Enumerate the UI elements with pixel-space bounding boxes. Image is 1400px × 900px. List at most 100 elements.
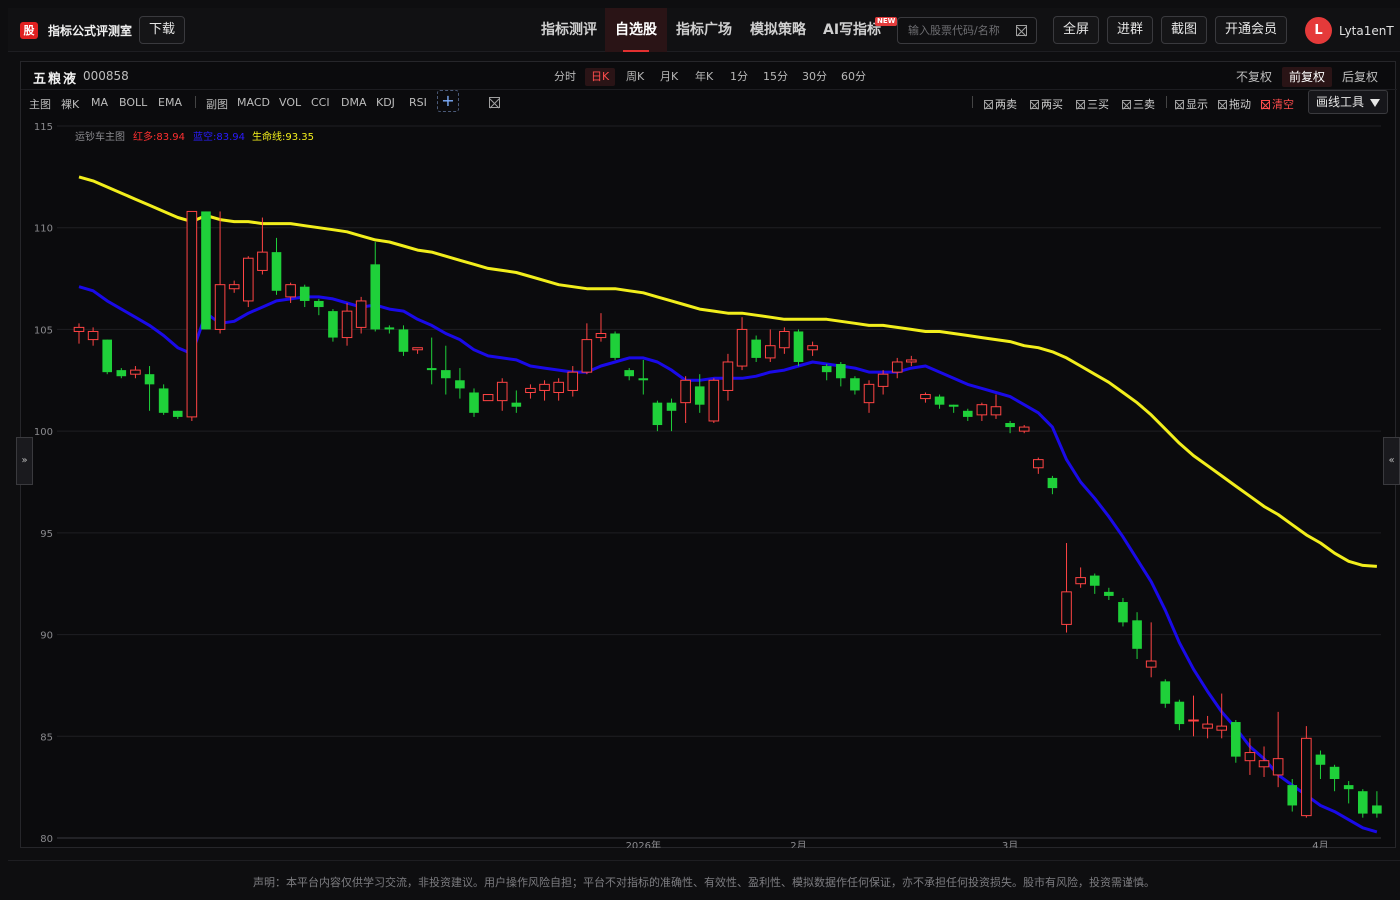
period-yearly[interactable]: 年K: [695, 68, 713, 86]
candle-body-up: [863, 383, 875, 404]
candle-body-down: [624, 370, 634, 377]
legend-yellow: 生命线:93.35: [252, 130, 314, 143]
screenshot-button[interactable]: 截图: [1161, 16, 1207, 44]
close-indicator-icon[interactable]: [489, 97, 500, 108]
y-tick-label: 95: [40, 529, 53, 540]
clear-button[interactable]: 清空: [1261, 96, 1294, 112]
adjust-backward[interactable]: 后复权: [1342, 67, 1378, 87]
candle-body-up: [87, 330, 99, 341]
tool-rsi[interactable]: RSI: [409, 96, 427, 109]
period-intraday[interactable]: 分时: [554, 68, 576, 86]
toggle-display[interactable]: 显示: [1175, 96, 1208, 112]
disclaimer: 声明：本平台内容仅供学习交流，非投资建议。用户操作风险自担；平台不对指标的准确性…: [8, 860, 1400, 900]
period-1min[interactable]: 1分: [730, 68, 748, 86]
candle-body-down: [1372, 805, 1382, 814]
period-weekly[interactable]: 周K: [626, 68, 644, 86]
clear-search-icon[interactable]: [1016, 25, 1027, 36]
candle-body-up: [1258, 760, 1270, 768]
tool-macd[interactable]: MACD: [237, 96, 270, 109]
tool-sub-chart[interactable]: 副图: [206, 96, 228, 112]
period-daily[interactable]: 日K: [585, 68, 616, 86]
period-monthly[interactable]: 月K: [660, 68, 678, 86]
candle-body-down: [793, 331, 804, 362]
clear-label: 清空: [1272, 98, 1294, 111]
candle-body-up: [412, 347, 423, 351]
signal-label: 三卖: [1133, 98, 1155, 111]
stock-name: 五粮液: [33, 72, 79, 87]
nav-sim-strategy[interactable]: 模拟策略: [750, 8, 806, 52]
x-tick-label: 2026年: [626, 839, 661, 848]
tool-cci[interactable]: CCI: [311, 96, 330, 109]
candle-body-down: [1118, 602, 1128, 623]
candle-body-down: [299, 286, 310, 301]
candle-body-down: [455, 380, 465, 389]
candle-body-down: [934, 396, 945, 405]
period-30min[interactable]: 30分: [802, 68, 827, 86]
adjust-forward[interactable]: 前复权: [1282, 67, 1333, 87]
signal-two-buy[interactable]: 两买: [1030, 96, 1063, 112]
nav-indicator-review[interactable]: 指标测评: [541, 8, 597, 52]
signal-three-sell[interactable]: 三卖: [1122, 96, 1155, 112]
period-15min[interactable]: 15分: [763, 68, 788, 86]
avatar[interactable]: L: [1305, 17, 1332, 44]
period-60min[interactable]: 60分: [841, 68, 866, 86]
tool-vol[interactable]: VOL: [279, 96, 301, 109]
candle-body-down: [1047, 477, 1058, 489]
candle-body-down: [751, 339, 761, 358]
signal-three-buy[interactable]: 三买: [1076, 96, 1109, 112]
candle-body-down: [1315, 754, 1326, 765]
add-indicator-button[interactable]: +: [437, 90, 459, 112]
candle-body-up: [581, 339, 593, 373]
candle-body-up: [228, 284, 240, 290]
expand-left-tab[interactable]: »: [16, 437, 33, 485]
candle-body-down: [962, 410, 973, 417]
candle-body-down: [1357, 791, 1368, 814]
nav-indicator-square[interactable]: 指标广场: [676, 8, 732, 52]
nav-ai-indicator[interactable]: AI写指标: [823, 8, 881, 52]
candle-body-up: [722, 361, 734, 391]
new-badge: NEW: [875, 17, 898, 26]
candle-body-up: [1033, 459, 1044, 469]
legend-blue: 蓝空:83.94: [193, 130, 245, 143]
tool-dma[interactable]: DMA: [341, 96, 367, 109]
checkbox-icon: [1076, 99, 1085, 109]
candle-body-down: [610, 333, 620, 358]
tool-bare-k[interactable]: 裸K: [61, 96, 79, 112]
download-button[interactable]: 下载: [139, 16, 185, 44]
candle-body-down: [1104, 591, 1114, 596]
candle-body-up: [525, 387, 536, 393]
username[interactable]: Lyta1enT: [1339, 24, 1394, 38]
tool-ma[interactable]: MA: [91, 96, 108, 109]
tool-kdj[interactable]: KDJ: [376, 96, 395, 109]
nav-watchlist[interactable]: 自选股: [605, 8, 667, 52]
tool-boll[interactable]: BOLL: [119, 96, 147, 109]
expand-right-tab[interactable]: «: [1383, 437, 1400, 485]
toggle-label: 显示: [1186, 98, 1208, 111]
kline-chart[interactable]: 80 85 90 95 100 105 110 115 2026年 2月 3月 4月 运钞车主图 红多:8…: [21, 118, 1395, 848]
checkbox-icon: [984, 99, 993, 109]
toolbar-divider: [21, 89, 1397, 90]
clear-icon: [1261, 99, 1270, 109]
legend-red: 红多:83.94: [133, 130, 185, 143]
candle-body-down: [370, 264, 381, 330]
signal-label: 三买: [1087, 98, 1109, 111]
candle-body-up: [920, 394, 931, 400]
signal-two-sell[interactable]: 两卖: [984, 96, 1017, 112]
candle-body-down: [328, 311, 338, 338]
draw-tools-button[interactable]: 画线工具: [1308, 90, 1388, 114]
adjust-none[interactable]: 不复权: [1236, 67, 1272, 87]
y-tick-label: 90: [40, 631, 53, 642]
search-input[interactable]: [898, 18, 1008, 43]
tool-ema[interactable]: EMA: [158, 96, 182, 109]
candle-body-down: [652, 402, 663, 426]
candle-body-down: [948, 404, 959, 407]
toggle-drag[interactable]: 拖动: [1218, 96, 1251, 112]
candle-body-up: [877, 373, 889, 387]
candle-body-down: [1132, 620, 1142, 649]
fullscreen-button[interactable]: 全屏: [1053, 16, 1099, 44]
tool-main-chart[interactable]: 主图: [29, 96, 51, 112]
membership-button[interactable]: 开通会员: [1215, 16, 1287, 44]
join-group-button[interactable]: 进群: [1107, 16, 1153, 44]
candle-body-down: [638, 378, 649, 381]
candle-body-up: [1075, 577, 1086, 585]
